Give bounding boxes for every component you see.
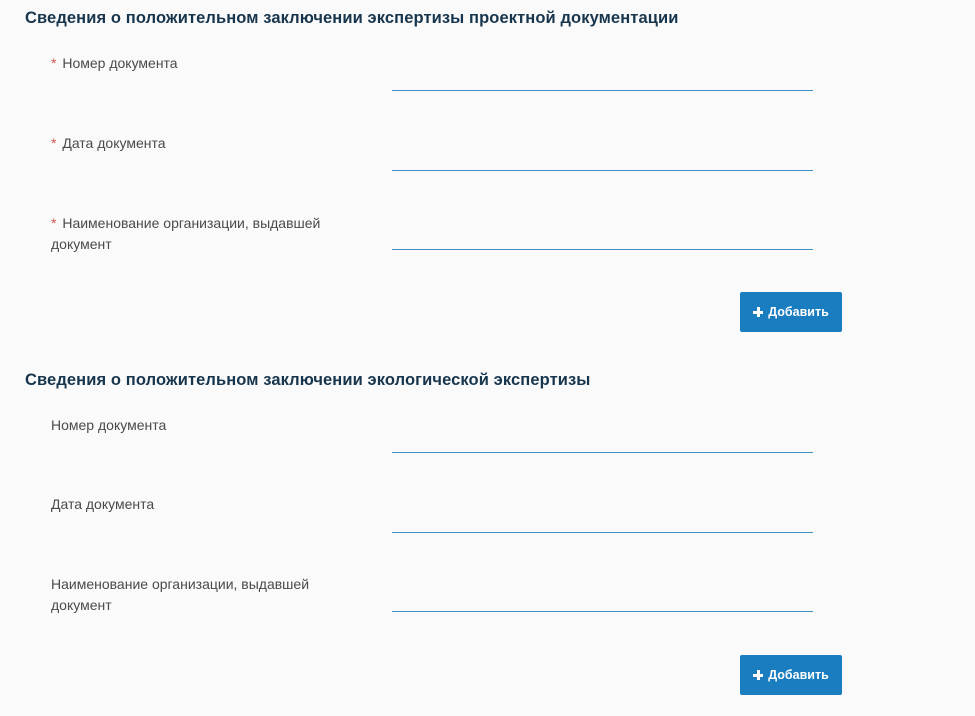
field-label-text: Номер документа — [51, 417, 167, 433]
required-mark: * — [51, 135, 57, 151]
document-date-input[interactable] — [392, 145, 813, 171]
field-label-document-number: Номер документа — [51, 415, 351, 436]
document-number-input[interactable] — [392, 65, 813, 91]
eco-document-number-input[interactable] — [392, 427, 813, 453]
issuing-organization-input[interactable] — [392, 224, 813, 250]
add-button-label: Добавить — [768, 305, 829, 319]
add-button-label: Добавить — [768, 668, 829, 682]
plus-icon — [753, 670, 764, 680]
field-label-text: Дата документа — [62, 135, 166, 151]
eco-document-date-input[interactable] — [392, 507, 813, 533]
required-mark: * — [51, 55, 57, 71]
field-label-text: Наименование организации, выдавшей докум… — [51, 215, 321, 252]
add-button[interactable]: Добавить — [740, 655, 842, 695]
field-label-document-date: Дата документа — [51, 494, 351, 515]
field-label-issuing-organization: * Наименование организации, выдавшей док… — [51, 213, 351, 255]
plus-icon — [753, 307, 764, 317]
section-title: Сведения о положительном заключении экол… — [25, 371, 591, 389]
section-title: Сведения о положительном заключении эксп… — [25, 9, 679, 27]
field-label-text: Дата документа — [51, 496, 155, 512]
field-label-text: Номер документа — [62, 55, 178, 71]
field-label-document-number: * Номер документа — [51, 53, 351, 74]
required-mark: * — [51, 215, 57, 231]
field-label-text: Наименование организации, выдавшей докум… — [51, 576, 310, 613]
eco-issuing-organization-input[interactable] — [392, 586, 813, 612]
field-label-document-date: * Дата документа — [51, 133, 351, 154]
field-label-issuing-organization: Наименование организации, выдавшей докум… — [51, 574, 351, 616]
add-button[interactable]: Добавить — [740, 292, 842, 332]
